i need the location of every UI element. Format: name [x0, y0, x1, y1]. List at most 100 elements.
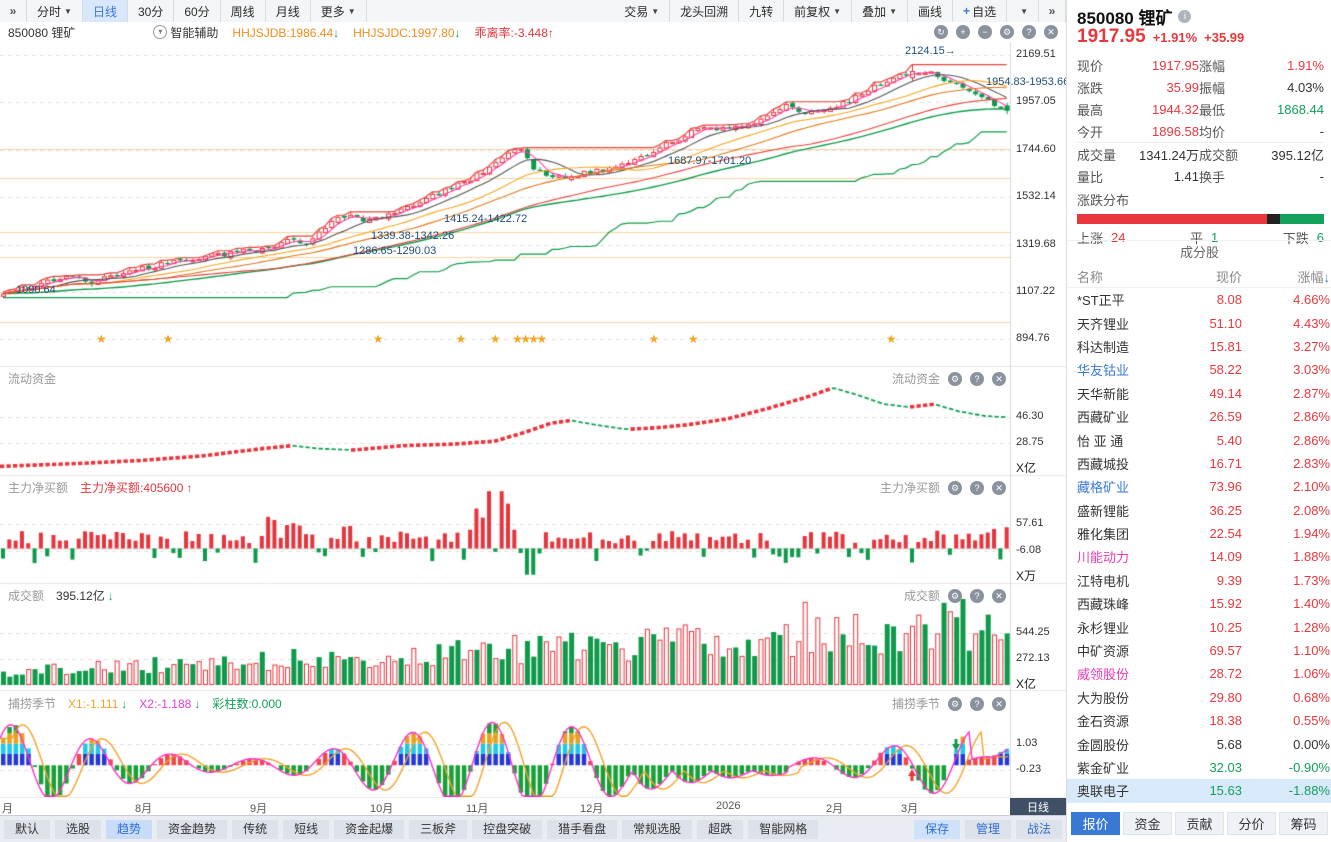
- help-icon[interactable]: ?: [970, 589, 984, 603]
- price-tick: 1107.22: [1016, 285, 1055, 297]
- tool-画线[interactable]: 画线: [908, 0, 953, 22]
- tab-资金[interactable]: 资金: [1123, 812, 1172, 835]
- strategy-猎手看盘[interactable]: 猎手看盘: [547, 820, 617, 839]
- period-indicator[interactable]: 日线: [1010, 798, 1066, 816]
- panel-name: 流动资金: [892, 370, 940, 387]
- constituent-row[interactable]: 大为股份29.800.68%: [1067, 686, 1331, 709]
- tab-label: 月线: [276, 3, 300, 20]
- gear-icon[interactable]: ⚙: [948, 589, 962, 603]
- constituent-row[interactable]: 金石资源18.380.55%: [1067, 709, 1331, 732]
- tool-前复权[interactable]: 前复权▼: [784, 0, 852, 22]
- constituent-row[interactable]: 奥联电子15.63-1.88%: [1067, 779, 1331, 802]
- constituent-row[interactable]: 怡 亚 通5.402.86%: [1067, 428, 1331, 451]
- tab-贡献[interactable]: 贡献: [1175, 812, 1224, 835]
- strategy-短线[interactable]: 短线: [283, 820, 329, 839]
- time-axis: 日线 月8月9月10月11月12月20262月3月: [0, 797, 1066, 816]
- strategy-三板斧[interactable]: 三板斧: [409, 820, 467, 839]
- constituent-row[interactable]: 科达制造15.813.27%: [1067, 335, 1331, 358]
- col-price[interactable]: 现价: [1167, 267, 1242, 286]
- tool-caret[interactable]: ▼: [1007, 0, 1039, 22]
- constituent-row[interactable]: 江特电机9.391.73%: [1067, 569, 1331, 592]
- minus-icon[interactable]: −: [978, 25, 992, 39]
- plus-icon[interactable]: +: [956, 25, 970, 39]
- tool-九转[interactable]: 九转: [739, 0, 784, 22]
- strategy-资金趋势[interactable]: 资金趋势: [157, 820, 227, 839]
- tab-更多[interactable]: 更多▼: [311, 0, 367, 22]
- gear-icon[interactable]: ⚙: [1000, 25, 1014, 39]
- constituent-row[interactable]: 川能动力14.091.88%: [1067, 545, 1331, 568]
- chevron-expand-icon[interactable]: »: [0, 0, 27, 22]
- constituent-row[interactable]: 永杉锂业10.251.28%: [1067, 615, 1331, 638]
- tab-30分[interactable]: 30分: [128, 0, 174, 22]
- strategy-选股[interactable]: 选股: [55, 820, 101, 839]
- tool-交易[interactable]: 交易▼: [614, 0, 670, 22]
- arrow-down-icon: ↓: [121, 697, 127, 711]
- help-icon[interactable]: ?: [970, 372, 984, 386]
- tab-报价[interactable]: 报价: [1071, 812, 1120, 835]
- tab-日线[interactable]: 日线: [83, 0, 128, 22]
- tab-月线[interactable]: 月线: [266, 0, 311, 22]
- constituent-change: -0.90%: [1242, 760, 1330, 775]
- close-icon[interactable]: ✕: [1044, 25, 1058, 39]
- chevron-more-icon[interactable]: »: [1039, 0, 1066, 22]
- info-icon[interactable]: i: [1178, 10, 1191, 23]
- strategy-控盘突破[interactable]: 控盘突破: [472, 820, 542, 839]
- help-icon[interactable]: ?: [1022, 25, 1036, 39]
- close-icon[interactable]: ✕: [992, 589, 1006, 603]
- tab-筹码[interactable]: 筹码: [1279, 812, 1328, 835]
- tab-分时[interactable]: 分时▼: [27, 0, 83, 22]
- strategy-默认[interactable]: 默认: [4, 820, 50, 839]
- month-label: 3月: [901, 800, 918, 816]
- gear-icon[interactable]: ⚙: [948, 481, 962, 495]
- smart-assist-toggle[interactable]: ▾ 智能辅助: [153, 24, 218, 41]
- tool-自选[interactable]: +自选: [953, 0, 1007, 22]
- refresh-icon[interactable]: ↻: [934, 25, 948, 39]
- close-icon[interactable]: ✕: [992, 372, 1006, 386]
- gear-icon[interactable]: ⚙: [948, 697, 962, 711]
- close-icon[interactable]: ✕: [992, 481, 1006, 495]
- close-icon[interactable]: ✕: [992, 697, 1006, 711]
- action-保存[interactable]: 保存: [914, 820, 960, 839]
- constituent-row[interactable]: 威领股份28.721.06%: [1067, 662, 1331, 685]
- action-管理[interactable]: 管理: [965, 820, 1011, 839]
- constituent-row[interactable]: 西藏矿业26.592.86%: [1067, 405, 1331, 428]
- constituent-row[interactable]: 盛新锂能36.252.08%: [1067, 499, 1331, 522]
- help-icon[interactable]: ?: [970, 697, 984, 711]
- constituent-row[interactable]: 天华新能49.142.87%: [1067, 382, 1331, 405]
- col-name[interactable]: 名称: [1077, 267, 1167, 286]
- action-战法[interactable]: 战法: [1016, 820, 1062, 839]
- constituent-row[interactable]: 天齐锂业51.104.43%: [1067, 311, 1331, 334]
- strategy-超跌[interactable]: 超跌: [697, 820, 743, 839]
- quote-value: 1868.44: [1249, 102, 1324, 117]
- tool-叠加[interactable]: 叠加▼: [852, 0, 908, 22]
- constituent-row[interactable]: *ST正平8.084.66%: [1067, 288, 1331, 311]
- constituent-row[interactable]: 金圆股份5.680.00%: [1067, 732, 1331, 755]
- strategy-智能网格[interactable]: 智能网格: [748, 820, 818, 839]
- price-annotation: 1954.83-1953.66: [986, 76, 1069, 88]
- constituent-row[interactable]: 雅化集团22.541.94%: [1067, 522, 1331, 545]
- kline-canvas[interactable]: [0, 42, 1066, 797]
- gear-icon[interactable]: ⚙: [948, 372, 962, 386]
- tab-60分[interactable]: 60分: [174, 0, 220, 22]
- constituent-row[interactable]: 华友钴业58.223.03%: [1067, 358, 1331, 381]
- axis-unit: X亿: [1016, 675, 1036, 692]
- help-icon[interactable]: ?: [970, 481, 984, 495]
- strategy-传统[interactable]: 传统: [232, 820, 278, 839]
- constituent-row[interactable]: 中矿资源69.571.10%: [1067, 639, 1331, 662]
- quote-value: -: [1249, 124, 1324, 139]
- strategy-常规选股[interactable]: 常规选股: [622, 820, 692, 839]
- tool-label: 九转: [749, 3, 773, 20]
- tab-分价[interactable]: 分价: [1227, 812, 1276, 835]
- constituent-row[interactable]: 紫金矿业32.03-0.90%: [1067, 756, 1331, 779]
- tool-龙头回溯[interactable]: 龙头回溯: [670, 0, 739, 22]
- strategy-资金起爆[interactable]: 资金起爆: [334, 820, 404, 839]
- constituent-row[interactable]: 西藏城投16.712.83%: [1067, 452, 1331, 475]
- arrow-up-icon: ↑: [548, 26, 554, 40]
- strategy-趋势[interactable]: 趋势: [106, 820, 152, 839]
- constituent-row[interactable]: 西藏珠峰15.921.40%: [1067, 592, 1331, 615]
- col-change[interactable]: 涨幅↓: [1242, 267, 1330, 286]
- tab-周线[interactable]: 周线: [221, 0, 266, 22]
- quote-value: 1.91%: [1249, 58, 1324, 73]
- constituent-row[interactable]: 藏格矿业73.962.10%: [1067, 475, 1331, 498]
- constituent-name: 华友钴业: [1077, 360, 1167, 379]
